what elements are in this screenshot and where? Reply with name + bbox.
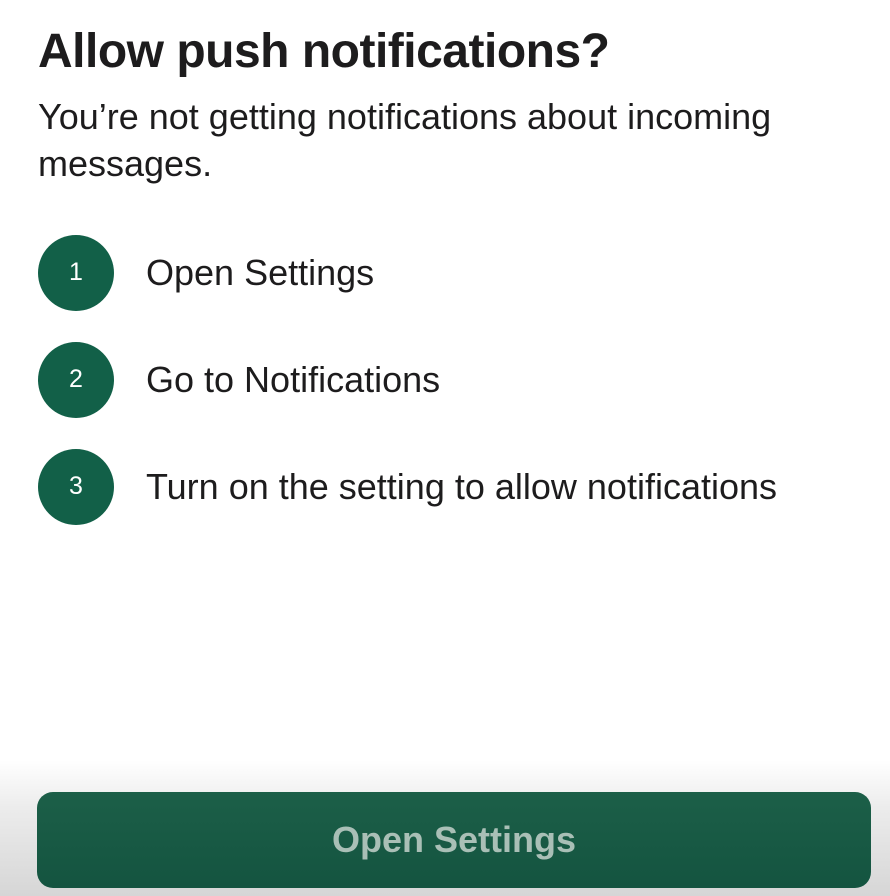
step-text: Open Settings [146,251,375,293]
step-number-badge: 3 [38,448,114,525]
step-text: Turn on the setting to allow notificatio… [146,465,778,507]
step-number-badge: 1 [38,234,114,311]
push-notification-prompt: Allow push notifications? You’re not get… [0,0,890,896]
dialog-title: Allow push notifications? [38,25,610,78]
open-settings-button[interactable]: Open Settings [37,792,871,888]
step-item: 3 Turn on the setting to allow notificat… [38,448,777,525]
step-item: 1 Open Settings [38,234,777,311]
step-number-badge: 2 [38,341,114,418]
step-item: 2 Go to Notifications [38,341,777,418]
step-text: Go to Notifications [146,358,441,400]
dialog-subtitle: You’re not getting notifications about i… [38,96,772,184]
steps-list: 1 Open Settings 2 Go to Notifications 3 … [38,234,777,555]
